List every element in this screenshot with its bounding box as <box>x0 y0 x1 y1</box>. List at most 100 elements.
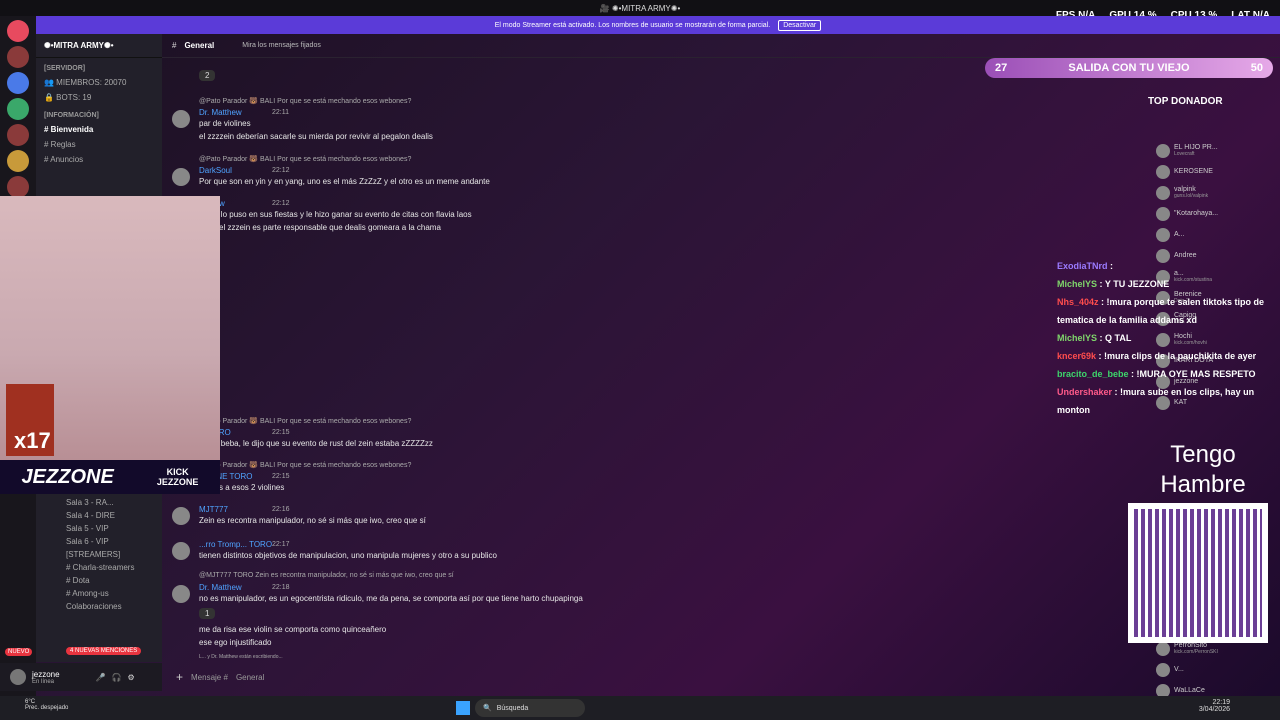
member-text: "Kotarohaya... <box>1174 210 1218 217</box>
streamer-mode-bar: El modo Streamer está activado. Los nomb… <box>36 16 1280 34</box>
member-item[interactable]: KEROSENE <box>1150 161 1280 182</box>
member-item[interactable]: valpink guns.lol/valpink <box>1150 182 1280 203</box>
home-icon[interactable] <box>7 20 29 42</box>
avatar <box>1156 143 1170 158</box>
author-name[interactable]: ...rro Tromp... TORO <box>199 540 272 549</box>
author-name[interactable]: Dr. Matthew <box>199 108 242 117</box>
channel-item[interactable]: # Charla-streamers <box>36 561 162 574</box>
reaction-top[interactable]: 2 <box>199 70 216 81</box>
member-item[interactable]: A... <box>1150 224 1280 245</box>
chat-user: Nhs_404z <box>1057 297 1099 307</box>
channel-item[interactable]: 👥 MIEMBROS: 20070 <box>36 75 162 90</box>
channel-item[interactable]: Colaboraciones <box>36 600 162 613</box>
top-donor-label: TOP DONADOR <box>1148 96 1223 107</box>
chat-header: # General Mira los mensajes fijados <box>162 34 1280 58</box>
chat-user: bracito_de_bebe <box>1057 369 1129 379</box>
message-time: 22:17 <box>272 541 290 548</box>
server-icon[interactable] <box>7 150 29 172</box>
server-icon[interactable] <box>7 46 29 68</box>
reply-preview[interactable]: @Pato Parador 🐻 BALI Por que se está mec… <box>199 461 411 469</box>
message-text: el zzzzein deberían sacarle su mierda po… <box>199 132 433 141</box>
avatar[interactable] <box>172 585 190 603</box>
clock[interactable]: 22:19 3/04/2026 <box>1199 699 1230 713</box>
reply-preview[interactable]: @Pato Parador 🐻 BALI Por que se está mec… <box>199 417 411 425</box>
member-text: WaLLaCe <box>1174 687 1205 694</box>
member-item[interactable]: EL HIJO PR... Lovecraft <box>1150 140 1280 161</box>
avatar[interactable] <box>172 507 190 525</box>
user-status: En línea <box>32 678 55 685</box>
message-time: 22:16 <box>272 506 290 513</box>
avatar <box>1156 662 1170 677</box>
chat-user: Undershaker <box>1057 387 1113 397</box>
message-text: par de violines <box>199 119 251 128</box>
avatar[interactable] <box>172 110 190 128</box>
message-time: 22:12 <box>272 200 290 207</box>
channel-item[interactable]: Sala 6 - VIP <box>36 535 162 548</box>
message-text: tienen distintos objetivos de manipulaci… <box>199 551 497 560</box>
channel-item[interactable]: # Among-us <box>36 587 162 600</box>
message-input[interactable]: + Mensaje # General <box>170 666 1280 688</box>
avatar[interactable] <box>172 542 190 560</box>
overlay-chat-line: ExodiaTNrd : <box>1057 261 1114 271</box>
input-placeholder: Mensaje # <box>191 672 228 682</box>
member-item[interactable]: "Kotarohaya... <box>1150 203 1280 224</box>
window-title: 🎥 ✺•MITRA ARMY✺• <box>599 3 681 13</box>
chat-text: !mura clips de la pauchikita de ayer <box>1104 351 1257 361</box>
avatar[interactable] <box>172 168 190 186</box>
server-icon[interactable] <box>7 98 29 120</box>
taskbar-search[interactable]: 🔍 Búsqueda <box>475 699 585 717</box>
channel-item[interactable]: [STREAMERS] <box>36 548 162 561</box>
stream-chat-overlay: ExodiaTNrd : MichelYS : Y TU JEZZONE Nhs_… <box>1057 257 1277 419</box>
author-name[interactable]: Dr. Matthew <box>199 583 242 592</box>
message-text: no es manipulador, es un egocentrista ri… <box>199 594 583 603</box>
channel-item[interactable]: Sala 4 - DIRE <box>36 509 162 522</box>
server-icon[interactable] <box>7 176 29 198</box>
message-text: ese ego injustificado <box>199 638 272 647</box>
channel-item[interactable]: # Anuncios <box>36 152 162 167</box>
member-item[interactable]: V... <box>1150 659 1280 680</box>
clock-date: 3/04/2026 <box>1198 706 1230 713</box>
avatar[interactable] <box>10 669 26 685</box>
gear-icon[interactable]: ⚙ <box>128 673 135 682</box>
overlay-chat-line: MichelYS : Q TAL <box>1057 333 1132 343</box>
reply-preview[interactable]: @Pato Parador 🐻 BALI Por que se está mec… <box>199 97 411 105</box>
member-name: V... <box>1174 666 1184 673</box>
server-icon[interactable] <box>7 124 29 146</box>
server-name[interactable]: ✺•MITRA ARMY✺• <box>36 34 162 58</box>
weather-widget[interactable]: 6°C Prec. despejado <box>25 699 68 711</box>
member-text: EL HIJO PR... Lovecraft <box>1174 144 1218 157</box>
message-time: 22:12 <box>272 167 290 174</box>
author-name[interactable]: MJT777 <box>199 505 228 514</box>
server-icon[interactable] <box>7 72 29 94</box>
channel-list-lower: Sala 3 - RA... Sala 4 - DIRE Sala 5 - VIP S… <box>36 496 162 613</box>
overlay-chat-line: Nhs_404z : !mura porque te salen tiktoks… <box>1057 297 1265 325</box>
deactivate-button[interactable]: Desactivar <box>778 19 822 31</box>
reply-preview[interactable]: @MJT777 TORO Zein es recontra manipulado… <box>199 572 454 579</box>
member-name: A... <box>1174 231 1185 238</box>
channel-item[interactable]: # Dota <box>36 574 162 587</box>
channel-item[interactable]: Sala 3 - RA... <box>36 496 162 509</box>
channel-item[interactable]: 🔒 BOTS: 19 <box>36 90 162 105</box>
message-time: 22:15 <box>272 429 290 436</box>
channel-item[interactable]: # Bienvenida <box>36 122 162 137</box>
taskbar: 6°C Prec. despejado 🔍 Búsqueda 22:19 3/04… <box>0 696 1280 720</box>
author-name[interactable]: DarkSoul <box>199 166 232 175</box>
goal-right: 50 <box>1250 62 1263 74</box>
add-icon[interactable]: + <box>176 670 183 684</box>
member-sub: Lovecraft <box>1174 151 1195 157</box>
mic-icon[interactable]: 🎤 <box>96 673 106 682</box>
windows-start-icon[interactable] <box>456 701 470 715</box>
new-mentions-badge[interactable]: 4 NUEVAS MENCIONES <box>66 647 142 655</box>
typing-indicator: L... y Dr. Matthew están escribiendo... <box>199 654 283 660</box>
channel-item[interactable]: Sala 5 - VIP <box>36 522 162 535</box>
new-badge: NUEVO <box>5 648 33 656</box>
channel-item[interactable]: # Reglas <box>36 137 162 152</box>
avatar <box>1156 641 1170 656</box>
pinned-link[interactable]: Mira los mensajes fijados <box>242 42 321 49</box>
message-time: 22:15 <box>272 473 290 480</box>
avatar <box>1156 227 1170 242</box>
reaction-mid[interactable]: 1 <box>199 608 216 619</box>
message-text: ...e la beba, le dijo que su evento de r… <box>199 439 433 448</box>
reply-preview[interactable]: @Pato Parador 🐻 BALI Por que se está mec… <box>199 155 411 163</box>
headphones-icon[interactable]: 🎧 <box>112 673 122 682</box>
